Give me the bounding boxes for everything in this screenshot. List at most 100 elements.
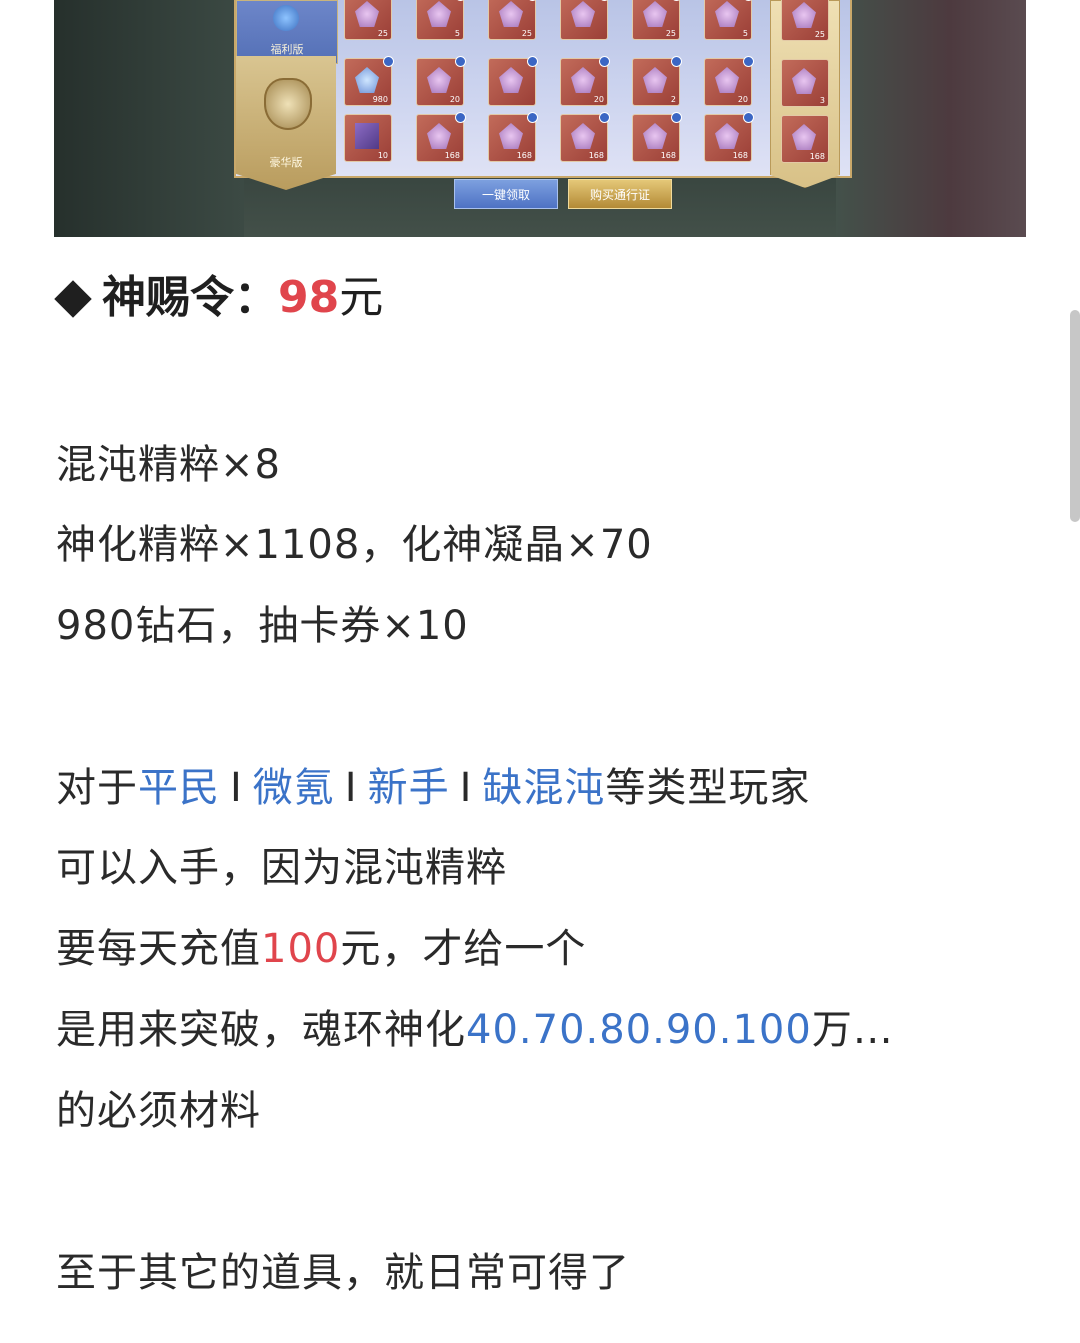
card-ticket-icon [355, 123, 379, 149]
advice-line-4-prefix: 是用来突破，魂环神化 [56, 1007, 466, 1053]
advice-line-3-suffix: 元，才给一个 [340, 926, 587, 972]
tab-welfare[interactable]: 福利版 [236, 0, 338, 64]
item-count: 168 [732, 151, 748, 160]
crystal-icon [427, 1, 451, 27]
tag-separator: I [344, 765, 358, 811]
item-count: 168 [516, 151, 532, 160]
reward-item[interactable]: 168 [781, 115, 829, 163]
reward-item[interactable]: 20 [560, 56, 610, 106]
item-count: 5 [742, 29, 748, 38]
pass-tier-tabs: 福利版 豪华版 [236, 0, 338, 190]
reward-item[interactable]: 25 [632, 0, 682, 40]
advice-line-3-prefix: 要每天充值 [56, 926, 261, 972]
player-tag-light-spender[interactable]: 微氪 [253, 765, 335, 811]
crystal-icon [571, 123, 595, 149]
reward-item[interactable]: 168 [632, 112, 682, 162]
diamond-bullet-icon [54, 280, 92, 318]
item-count: 25 [521, 29, 532, 38]
reward-item[interactable]: 168 [704, 112, 754, 162]
luxury-emblem-icon [264, 78, 312, 130]
crystal-icon [643, 123, 667, 149]
reward-item[interactable] [560, 0, 610, 40]
item-count: 168 [588, 151, 604, 160]
crystal-icon [715, 123, 739, 149]
reward-item[interactable]: 25 [488, 0, 538, 40]
player-tag-free[interactable]: 平民 [138, 765, 220, 811]
lock-icon [455, 0, 466, 1]
crystal-icon [643, 1, 667, 27]
item-count: 20 [593, 95, 604, 104]
advice-line-6: 至于其它的道具，就日常可得了 [56, 1250, 630, 1296]
advice-line-3: 要每天充值100元，才给一个 [56, 921, 586, 977]
lock-icon [599, 56, 610, 67]
lock-icon [527, 112, 538, 123]
item-count: 980 [372, 95, 388, 104]
reward-item[interactable]: 10 [344, 114, 392, 162]
lock-icon [455, 56, 466, 67]
recharge-amount: 100 [261, 926, 341, 972]
reward-item[interactable]: 25 [781, 0, 829, 41]
crystal-icon [499, 1, 523, 27]
crystal-icon [355, 1, 379, 27]
reward-item[interactable]: 2 [632, 56, 682, 106]
crystal-icon [499, 123, 523, 149]
scene-background-right [836, 0, 1026, 237]
reward-line-2: 神化精粹×1108，化神凝晶×70 [56, 522, 653, 568]
reward-item[interactable]: 5 [704, 0, 754, 40]
crystal-icon [427, 123, 451, 149]
game-screenshot: 福利版 豪华版 25 5 25 25 5 980 20 20 2 20 10 1… [54, 0, 1026, 237]
claim-all-button[interactable]: 一键领取 [454, 179, 558, 209]
soul-ring-levels: 40.70.80.90.100 [466, 1007, 812, 1053]
crystal-icon [792, 68, 816, 94]
reward-item[interactable]: 168 [488, 112, 538, 162]
reward-item[interactable]: 168 [560, 112, 610, 162]
advice-intro: 对于 [56, 765, 138, 811]
tab-luxury[interactable]: 豪华版 [236, 56, 336, 190]
reward-item[interactable]: 20 [416, 56, 466, 106]
lock-icon [599, 112, 610, 123]
crystal-icon [499, 67, 523, 93]
crystal-icon [643, 67, 667, 93]
reward-line-3: 980钻石，抽卡券×10 [56, 603, 469, 649]
tab-welfare-label: 福利版 [270, 43, 304, 56]
reward-item[interactable]: 168 [416, 112, 466, 162]
advice-line-5: 的必须材料 [56, 1088, 261, 1134]
heading-price: 98 [278, 272, 340, 323]
tab-luxury-label: 豪华版 [269, 156, 303, 169]
crystal-icon [792, 2, 816, 28]
lock-icon [743, 56, 754, 67]
item-count: 20 [737, 95, 748, 104]
lock-icon [743, 112, 754, 123]
lock-icon [671, 0, 682, 1]
item-count: 25 [814, 30, 825, 39]
crystal-icon [427, 67, 451, 93]
player-tag-lacking-chaos[interactable]: 缺混沌 [482, 765, 605, 811]
lock-icon [527, 0, 538, 1]
lock-icon [455, 112, 466, 123]
reward-item[interactable]: 25 [344, 0, 392, 40]
lock-icon [743, 0, 754, 1]
crystal-icon [715, 1, 739, 27]
reward-item[interactable]: 980 [344, 56, 394, 106]
crystal-icon [715, 67, 739, 93]
page-scrollbar[interactable] [1070, 310, 1080, 522]
reward-item[interactable] [488, 56, 538, 106]
section-heading: 神赐令：98元 [54, 266, 383, 330]
item-count: 25 [377, 29, 388, 38]
item-count: 168 [660, 151, 676, 160]
buy-pass-button[interactable]: 购买通行证 [568, 179, 672, 209]
lock-icon [671, 112, 682, 123]
item-count: 5 [454, 29, 460, 38]
advice-line-1: 对于平民 I 微氪 I 新手 I 缺混沌等类型玩家 [56, 760, 810, 816]
advice-line-4: 是用来突破，魂环神化40.70.80.90.100万… [56, 1002, 894, 1058]
advice-line-4-suffix: 万… [811, 1007, 894, 1053]
reward-item[interactable]: 5 [416, 0, 466, 40]
lock-icon [527, 56, 538, 67]
reward-item[interactable]: 20 [704, 56, 754, 106]
lock-icon [383, 56, 394, 67]
welfare-emblem-icon [273, 5, 299, 31]
reward-line-1: 混沌精粹×8 [56, 442, 281, 488]
player-tag-newbie[interactable]: 新手 [368, 765, 450, 811]
crystal-icon [792, 124, 816, 150]
reward-item[interactable]: 3 [781, 59, 829, 107]
